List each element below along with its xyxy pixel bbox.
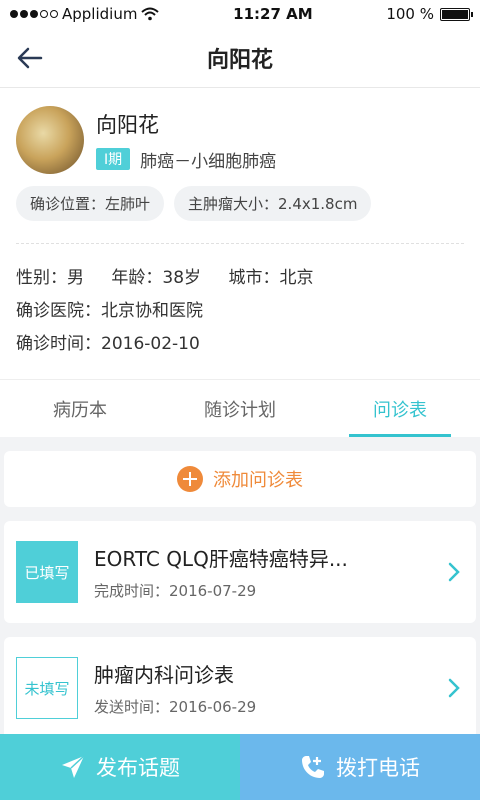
back-arrow-icon <box>17 47 43 69</box>
questionnaire-time: 发送时间：2016-06-29 <box>94 698 257 716</box>
questionnaire-time: 完成时间：2016-07-29 <box>94 582 257 600</box>
tab-follow-up-plan[interactable]: 随诊计划 <box>160 380 320 437</box>
questionnaire-body: 肿瘤内科问诊表 发送时间：2016-06-29 <box>94 659 444 717</box>
phone-icon <box>302 756 324 778</box>
signal-icon <box>10 10 58 18</box>
bottom-action-bar: 发布话题 拨打电话 <box>0 734 480 800</box>
chevron-right-icon <box>444 562 464 582</box>
status-right: 100 % <box>386 5 473 23</box>
questionnaire-title: 肿瘤内科问诊表 <box>94 663 234 687</box>
questionnaire-item[interactable]: 未填写 肿瘤内科问诊表 发送时间：2016-06-29 <box>4 637 476 739</box>
chevron-right-icon <box>444 678 464 698</box>
age: 年龄：38岁 <box>111 268 202 288</box>
questionnaire-list: 添加问诊表 已填写 EORTC QLQ肝癌特癌特异... 完成时间：2016-0… <box>0 437 480 739</box>
questionnaire-body: EORTC QLQ肝癌特癌特异... 完成时间：2016-07-29 <box>94 543 444 601</box>
hospital: 确诊医院：北京协和医院 <box>16 301 203 321</box>
add-questionnaire-label: 添加问诊表 <box>213 470 303 491</box>
questionnaire-title: EORTC QLQ肝癌特癌特异... <box>94 547 348 571</box>
tab-medical-record[interactable]: 病历本 <box>0 380 160 437</box>
status-time: 11:27 AM <box>233 5 313 23</box>
tab-questionnaire[interactable]: 问诊表 <box>320 380 480 437</box>
diagnosis-line: I期 肺癌－小细胞肺癌 <box>96 147 276 172</box>
status-bar: Applidium 11:27 AM 100 % <box>0 0 480 28</box>
back-button[interactable] <box>14 42 46 74</box>
chip-location: 确诊位置：左肺叶 <box>16 186 165 221</box>
status-badge: 已填写 <box>16 541 78 603</box>
call-button[interactable]: 拨打电话 <box>240 734 480 800</box>
stage-badge: I期 <box>96 148 131 170</box>
send-icon <box>62 755 85 778</box>
add-questionnaire-button[interactable]: 添加问诊表 <box>4 451 476 507</box>
basic-info: 性别：男 年龄：38岁 城市：北京 确诊医院：北京协和医院 确诊时间：2016-… <box>16 244 464 379</box>
wifi-icon <box>141 7 160 21</box>
gender: 性别：男 <box>16 268 84 288</box>
post-topic-label: 发布话题 <box>96 756 180 780</box>
battery-icon <box>440 7 473 21</box>
questionnaire-item[interactable]: 已填写 EORTC QLQ肝癌特癌特异... 完成时间：2016-07-29 <box>4 521 476 623</box>
status-badge: 未填写 <box>16 657 78 719</box>
chip-tumor-size: 主肿瘤大小：2.4x1.8cm <box>174 186 372 221</box>
call-label: 拨打电话 <box>336 756 420 780</box>
nav-bar: 向阳花 <box>0 28 480 88</box>
carrier-name: Applidium <box>62 5 138 23</box>
plus-icon <box>177 466 203 492</box>
profile-header: 向阳花 I期 肺癌－小细胞肺癌 <box>16 106 464 174</box>
patient-profile: 向阳花 I期 肺癌－小细胞肺癌 确诊位置：左肺叶 主肿瘤大小：2.4x1.8cm… <box>0 88 480 379</box>
status-left: Applidium <box>10 5 160 23</box>
post-topic-button[interactable]: 发布话题 <box>0 734 240 800</box>
demographics-row: 性别：男 年龄：38岁 城市：北京 <box>16 262 464 295</box>
patient-name: 向阳花 <box>96 112 159 137</box>
diagnosis-time: 确诊时间：2016-02-10 <box>16 334 200 354</box>
avatar[interactable] <box>16 106 84 174</box>
diagnosis-chips: 确诊位置：左肺叶 主肿瘤大小：2.4x1.8cm <box>16 186 464 244</box>
profile-info: 向阳花 I期 肺癌－小细胞肺癌 <box>96 109 276 172</box>
diagnosis-text: 肺癌－小细胞肺癌 <box>140 151 277 172</box>
page-title: 向阳花 <box>206 47 273 73</box>
battery-percent: 100 % <box>386 5 434 23</box>
city: 城市：北京 <box>228 268 314 288</box>
tab-bar: 病历本 随诊计划 问诊表 <box>0 379 480 437</box>
